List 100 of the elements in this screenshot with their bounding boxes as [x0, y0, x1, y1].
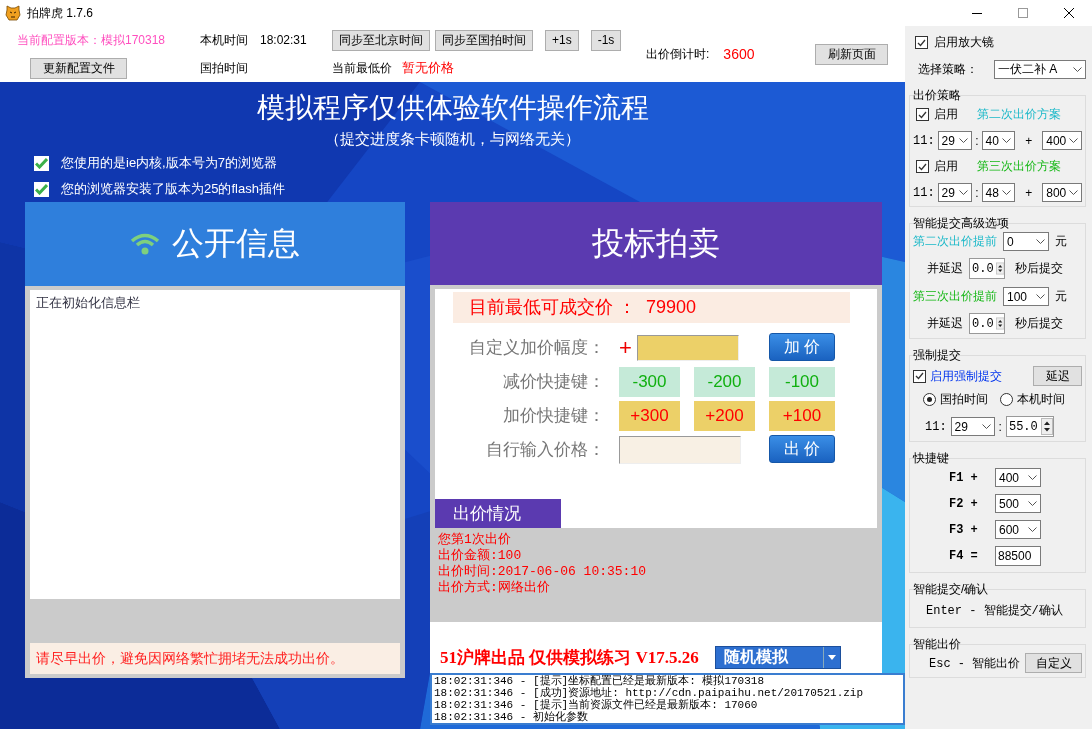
wifi-icon [130, 232, 160, 256]
shortcut-text: Esc - 智能出价 [929, 655, 1021, 672]
config-version: 当前配置版本：模拟170318 [16, 31, 167, 49]
chevron-icon [1073, 66, 1082, 73]
separator: : [975, 133, 979, 148]
field-label: 减价快捷键： [502, 371, 605, 393]
hotkey-label: F1 + [949, 470, 979, 485]
dropdown[interactable]: 400 [995, 468, 1041, 487]
input-field[interactable] [637, 335, 739, 361]
advance-label: 第二次出价提前 [913, 233, 997, 250]
chevron-icon [1036, 238, 1045, 245]
info-text-area: 正在初始化信息栏 [30, 290, 400, 599]
plus-sign: + [619, 335, 633, 361]
checkbox-label: 启用强制提交 [930, 367, 1002, 385]
chevron-icon [1002, 189, 1012, 196]
log-line: 18:02:31:346 - [提示]坐标配置已经是最新版本: 模拟170318 [434, 675, 766, 687]
dropdown[interactable]: 29 [937, 131, 973, 150]
page-subtitle: （提交进度条卡顿随机，与网络无关） [324, 129, 581, 149]
group-title: 智能提交高级选项 [912, 215, 1010, 229]
customize-button[interactable]: 自定义 [1025, 653, 1082, 673]
spinner-arrows-icon [995, 260, 1004, 277]
sync-guopai-button[interactable]: 同步至国拍时间 [435, 29, 533, 51]
dropdown[interactable]: 40 [981, 131, 1016, 150]
checkbox[interactable] [913, 369, 926, 383]
hour-label: 11: [913, 133, 935, 148]
number-field[interactable]: 55.0 [1005, 416, 1054, 437]
lowest-price: 暂无价格 [402, 59, 454, 77]
status-line: 出价时间:2017-06-06 10:35:10 [438, 564, 648, 580]
dropdown[interactable]: 100 [1003, 287, 1049, 306]
local-time: 18:02:31 [260, 33, 307, 47]
check-label: 您的浏览器安装了版本为25的flash插件 [61, 180, 285, 198]
page-title: 模拟程序仅供体验软件操作流程 [255, 91, 650, 125]
spinner-arrows-icon [1040, 418, 1053, 435]
countdown-value: 3600 [723, 46, 755, 62]
shortcut-text: Enter - 智能提交/确认 [926, 604, 1063, 618]
unit-label: 元 [1055, 288, 1067, 305]
dropdown[interactable]: 800 [1042, 183, 1082, 202]
radio-button[interactable] [923, 393, 936, 406]
dropdown[interactable]: 0 [1003, 232, 1049, 251]
raise-button[interactable]: 加 价 [769, 333, 835, 361]
chevron-icon [981, 423, 991, 430]
plan-name: 第二次出价方案 [977, 106, 1061, 123]
dropdown[interactable]: 29 [950, 417, 995, 436]
update-config-button[interactable]: 更新配置文件 [30, 57, 127, 79]
input-field[interactable] [619, 436, 741, 464]
minus-second-button[interactable]: -1s [590, 29, 622, 51]
dropdown[interactable]: 48 [981, 183, 1016, 202]
hotkey-label: F3 + [949, 522, 979, 537]
chevron-icon [1069, 137, 1078, 144]
lowest-price-label: 当前最低价 [332, 59, 392, 77]
delay-button[interactable]: 延迟 [1033, 366, 1082, 386]
dropdown[interactable]: 400 [1042, 131, 1082, 150]
maximize-icon [1018, 8, 1028, 18]
chevron-icon [1002, 137, 1012, 144]
field-label: 自定义加价幅度： [468, 337, 605, 359]
refresh-button[interactable]: 刷新页面 [815, 43, 888, 65]
chevron-icon [959, 189, 969, 196]
checkbox[interactable] [916, 108, 929, 121]
checkbox-label: 启用 [934, 158, 958, 175]
group-title: 智能提交/确认 [912, 581, 990, 595]
number-field[interactable]: 0.0 [969, 258, 1005, 279]
chevron-icon [1036, 293, 1045, 300]
minimize-icon [972, 12, 982, 14]
dropdown[interactable]: 500 [995, 494, 1041, 513]
input-field[interactable]: 88500 [995, 546, 1041, 566]
log-line: 18:02:31:346 - 初始化参数 [434, 711, 590, 723]
checkbox[interactable] [915, 36, 928, 49]
status-line: 出价方式:网络出价 [438, 580, 551, 596]
plus-sign: + [1025, 185, 1033, 200]
advance-label: 第三次出价提前 [913, 288, 997, 305]
hotkey-label: F4 = [949, 549, 979, 563]
chevron-icon [959, 137, 969, 144]
chevron-icon [1028, 474, 1037, 481]
dropdown[interactable]: 一伏二补 A [994, 60, 1086, 79]
group-title: 出价策略 [912, 87, 962, 101]
plus-second-button[interactable]: +1s [545, 29, 579, 51]
checkbox-label: 启用 [934, 106, 958, 123]
window-title: 拍牌虎 1.7.6 [27, 4, 94, 22]
spinner-arrows-icon [995, 315, 1004, 332]
group-title: 快捷键 [912, 450, 950, 464]
dropdown[interactable]: 600 [995, 520, 1041, 539]
delay-label: 并延迟 [927, 315, 963, 332]
radio-button[interactable] [1000, 393, 1013, 406]
log-line: 18:02:31:346 - [提示]当前资源文件已经是最新版本: 17060 [434, 699, 759, 711]
dropdown[interactable]: 29 [937, 183, 973, 202]
bid-button[interactable]: 出 价 [769, 435, 835, 463]
countdown-label: 出价倒计时: [646, 45, 710, 63]
group-title: 强制提交 [912, 347, 962, 361]
sync-beijing-button[interactable]: 同步至北京时间 [332, 29, 430, 51]
status-line: 您第1次出价 [438, 532, 512, 548]
number-field[interactable]: 0.0 [969, 313, 1005, 334]
checkbox[interactable] [916, 160, 929, 173]
chevron-icon [1028, 500, 1037, 507]
unit-label: 元 [1055, 233, 1067, 250]
radio-label: 国拍时间 [940, 391, 988, 408]
mode-dropdown[interactable]: 随机模拟 [714, 646, 841, 669]
local-time-label: 本机时间 [200, 31, 248, 49]
chevron-icon [1069, 189, 1078, 196]
guopai-time-label: 国拍时间 [200, 59, 249, 77]
chevron-icon [1028, 526, 1037, 533]
